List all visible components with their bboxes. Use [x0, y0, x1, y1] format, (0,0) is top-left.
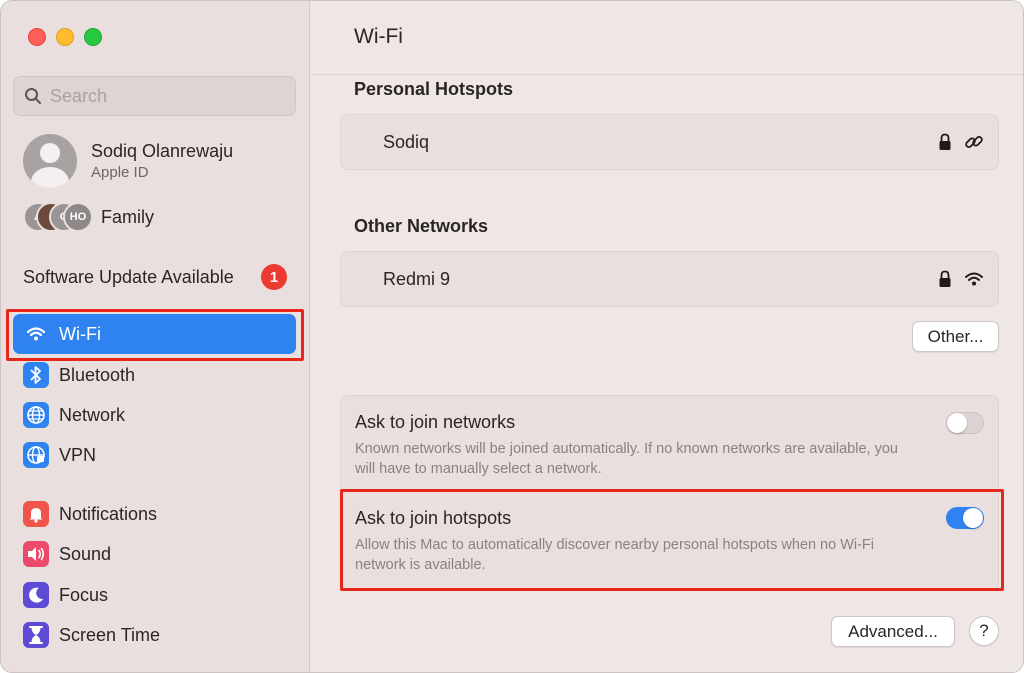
sidebar-item-label: Network: [59, 404, 126, 425]
sidebar-item-label: VPN: [59, 444, 97, 465]
profile-subtitle: Apple ID: [91, 164, 149, 181]
sidebar-item-label: Screen Time: [59, 624, 161, 645]
bluetooth-icon: [23, 362, 49, 388]
software-update-item[interactable]: Software Update Available 1: [23, 264, 287, 290]
network-row-sodiq[interactable]: Sodiq: [341, 115, 998, 169]
advanced-button[interactable]: Advanced...: [831, 616, 955, 647]
option-title: Ask to join networks: [355, 412, 516, 432]
ask-to-join-hotspots-row: Ask to join hotspots Allow this Mac to a…: [341, 508, 1000, 575]
family-label: Family: [101, 206, 154, 227]
family-item[interactable]: A O HO Family: [23, 202, 154, 232]
other-network-button[interactable]: Other...: [912, 321, 999, 352]
wifi-signal-icon: [965, 272, 983, 286]
search-box[interactable]: [13, 76, 296, 116]
other-networks-list: Redmi 9: [340, 251, 999, 307]
family-avatars: A O HO: [23, 202, 93, 232]
ask-to-join-hotspots-toggle[interactable]: [946, 507, 984, 529]
titlebar: Wi-Fi: [310, 1, 1023, 75]
network-row-redmi-9[interactable]: Redmi 9: [341, 252, 998, 306]
hourglass-icon: [23, 622, 49, 648]
personal-hotspots-list: Sodiq: [340, 114, 999, 170]
sidebar-item-label: Sound: [59, 543, 112, 564]
bell-icon: [23, 501, 49, 527]
link-icon[interactable]: [964, 132, 984, 152]
window-controls: [28, 28, 102, 46]
lock-icon: [939, 270, 951, 287]
personal-hotspots-heading: Personal Hotspots: [354, 79, 514, 99]
option-description: Known networks will be joined automatica…: [355, 441, 898, 477]
wifi-icon: [23, 321, 49, 347]
sidebar-item-notifications[interactable]: Notifications: [13, 494, 296, 534]
sidebar-item-wifi[interactable]: Wi-Fi: [13, 314, 296, 354]
main-pane: Wi-Fi Personal Hotspots Sodiq Other Netw…: [310, 1, 1023, 672]
network-name: Redmi 9: [383, 268, 451, 289]
moon-icon: [23, 582, 49, 608]
globe-icon: [23, 402, 49, 428]
divider: [355, 490, 984, 491]
help-button[interactable]: ?: [969, 616, 999, 646]
sidebar-item-sound[interactable]: Sound: [13, 534, 296, 574]
sidebar-item-label: Bluetooth: [59, 364, 136, 385]
apple-id-profile[interactable]: Sodiq Olanrewaju Apple ID: [23, 134, 233, 188]
option-title: Ask to join hotspots: [355, 508, 512, 528]
other-networks-heading: Other Networks: [354, 216, 489, 236]
sidebar: Sodiq Olanrewaju Apple ID A O HO Family …: [1, 1, 310, 672]
maximize-window-button[interactable]: [84, 28, 102, 46]
option-description: Allow this Mac to automatically discover…: [355, 537, 875, 573]
settings-window: Sodiq Olanrewaju Apple ID A O HO Family …: [0, 0, 1024, 673]
software-update-label: Software Update Available: [23, 266, 234, 287]
sidebar-item-label: Focus: [59, 584, 109, 605]
close-window-button[interactable]: [28, 28, 46, 46]
lock-icon: [939, 133, 951, 150]
sidebar-item-network[interactable]: Network: [13, 395, 296, 435]
update-count-badge: 1: [261, 264, 287, 290]
minimize-window-button[interactable]: [56, 28, 74, 46]
search-icon: [25, 88, 41, 104]
family-avatar: HO: [63, 202, 93, 232]
avatar: [23, 134, 77, 188]
page-title: Wi-Fi: [354, 25, 403, 48]
ask-to-join-networks-row: Ask to join networks Known networks will…: [341, 412, 1000, 479]
profile-name: Sodiq Olanrewaju: [91, 141, 234, 161]
search-input[interactable]: [50, 85, 270, 107]
ask-to-join-networks-toggle[interactable]: [946, 412, 984, 434]
vpn-globe-icon: [23, 442, 49, 468]
sidebar-item-focus[interactable]: Focus: [13, 575, 296, 615]
sidebar-item-label: Notifications: [59, 503, 158, 524]
join-options-card: Ask to join networks Known networks will…: [340, 395, 999, 591]
sidebar-item-screen-time[interactable]: Screen Time: [13, 615, 296, 655]
sidebar-item-vpn[interactable]: VPN: [13, 435, 296, 475]
speaker-icon: [23, 541, 49, 567]
sidebar-item-label: Wi-Fi: [59, 323, 101, 344]
sidebar-item-bluetooth[interactable]: Bluetooth: [13, 355, 296, 395]
network-name: Sodiq: [383, 131, 430, 152]
